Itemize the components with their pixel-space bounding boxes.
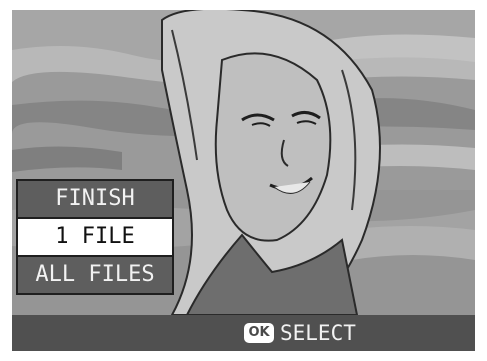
menu-item-1-file[interactable]: 1 FILE	[18, 219, 172, 257]
menu-item-finish[interactable]: FINISH	[18, 181, 172, 219]
select-hint-label: SELECT	[280, 321, 356, 345]
camera-lcd-screen: FINISH 1 FILE ALL FILES OK SELECT	[12, 10, 475, 351]
delete-options-menu: FINISH 1 FILE ALL FILES	[16, 179, 174, 295]
menu-item-all-files[interactable]: ALL FILES	[18, 257, 172, 293]
ok-button-icon: OK	[244, 323, 274, 343]
bottom-hint-bar: OK SELECT	[12, 315, 475, 351]
